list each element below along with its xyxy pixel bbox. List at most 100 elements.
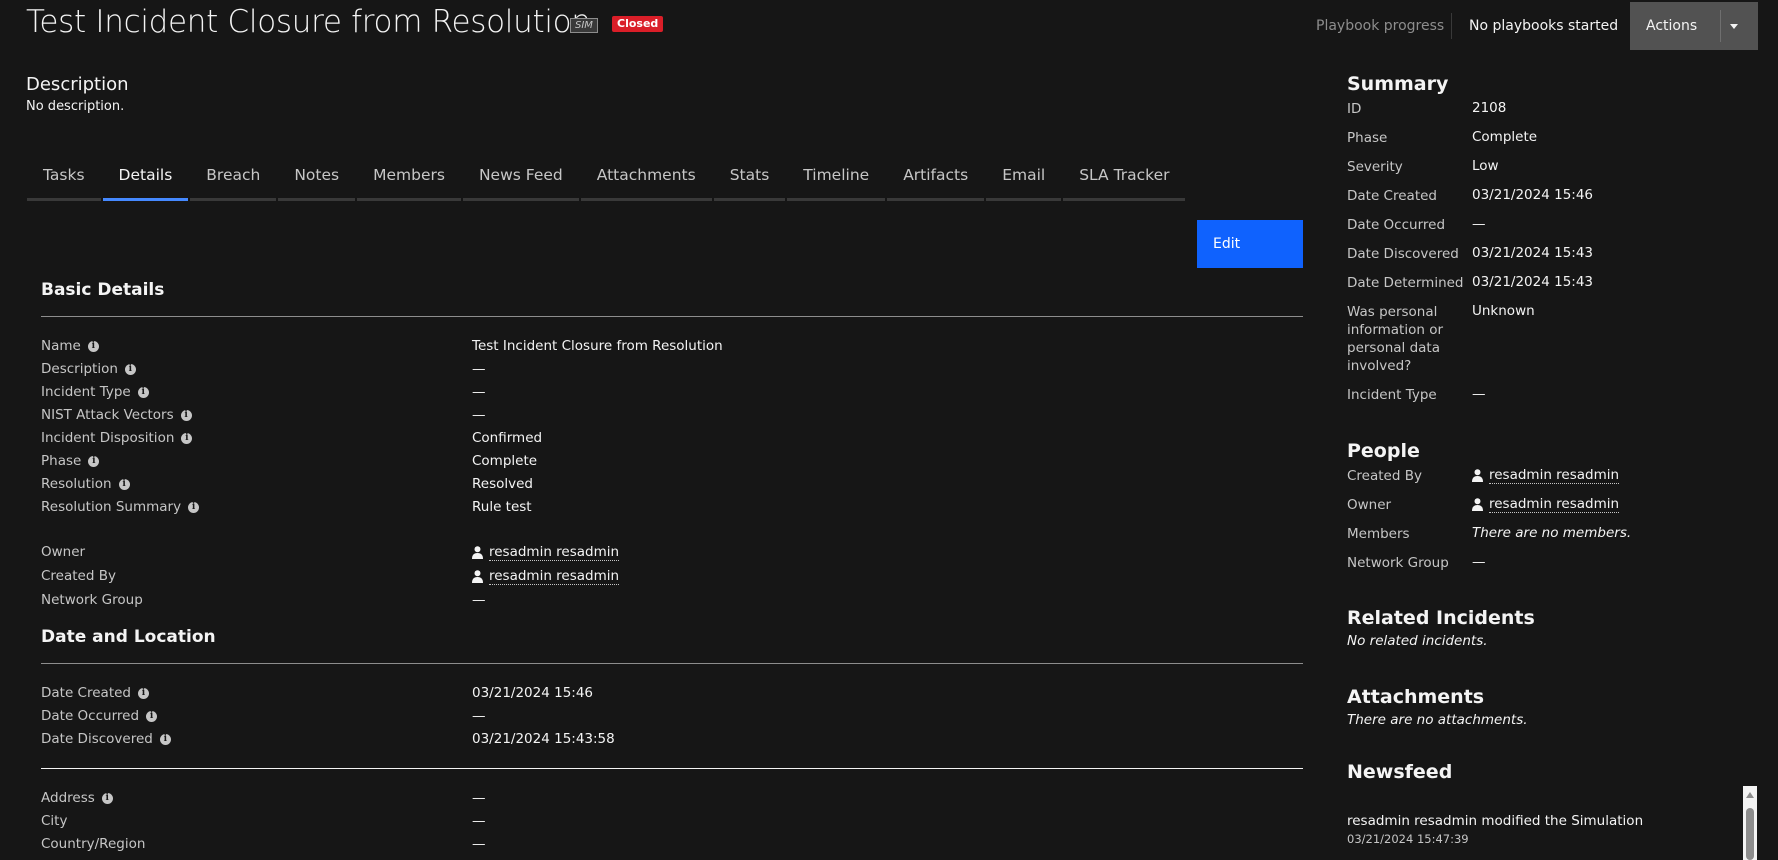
tab-notes[interactable]: Notes (278, 166, 356, 201)
divider (41, 663, 1303, 664)
tab-sla-tracker[interactable]: SLA Tracker (1063, 166, 1186, 201)
summary-value: Low (1472, 158, 1499, 174)
summary-heading: Summary (1347, 73, 1449, 95)
scroll-thumb[interactable] (1746, 808, 1754, 860)
people-heading: People (1347, 440, 1420, 462)
person-icon (1472, 469, 1483, 482)
field-value: — (472, 813, 486, 829)
newsfeed-item-text: resadmin resadmin modified the Simulatio… (1347, 813, 1644, 829)
tab-email[interactable]: Email (986, 166, 1062, 201)
person-icon (1472, 498, 1483, 511)
people-label: Owner (1347, 497, 1392, 513)
date-location-heading: Date and Location (41, 627, 216, 647)
owner-label: Owner (41, 544, 86, 560)
person-icon (472, 546, 483, 559)
field-value: Test Incident Closure from Resolution (472, 338, 723, 354)
network-group-label: Network Group (41, 592, 143, 608)
summary-label: Date Created (1347, 188, 1437, 204)
field-label: Phase i (41, 453, 100, 469)
description-heading: Description (26, 74, 129, 95)
status-badge: Closed (612, 16, 664, 32)
people-label: Members (1347, 526, 1410, 542)
info-icon[interactable]: i (124, 363, 136, 375)
field-label: Description i (41, 361, 136, 377)
field-label: Incident Disposition i (41, 430, 193, 446)
field-label: Address i (41, 790, 113, 806)
tab-breach[interactable]: Breach (190, 166, 277, 201)
divider (41, 316, 1303, 317)
field-label: Resolution Summary i (41, 499, 200, 515)
tab-timeline[interactable]: Timeline (787, 166, 886, 201)
tab-tasks[interactable]: Tasks (27, 166, 101, 201)
scroll-up-icon[interactable] (1746, 792, 1754, 798)
people-label: Created By (1347, 468, 1422, 484)
info-icon[interactable]: i (118, 478, 130, 490)
summary-label: Incident Type (1347, 387, 1437, 403)
related-incidents-heading: Related Incidents (1347, 607, 1535, 629)
field-label: NIST Attack Vectors i (41, 407, 192, 423)
field-value: — (472, 384, 486, 400)
actions-label: Actions (1646, 18, 1698, 34)
summary-label: Date Occurred (1347, 217, 1446, 233)
info-icon[interactable]: i (181, 432, 193, 444)
tab-members[interactable]: Members (357, 166, 461, 201)
field-label: Name i (41, 338, 99, 354)
summary-value: — (1472, 386, 1486, 402)
field-label: Resolution i (41, 476, 130, 492)
tab-stats[interactable]: Stats (713, 166, 786, 201)
summary-label: Date Discovered (1347, 246, 1459, 262)
created-by-link[interactable]: resadmin resadmin (472, 568, 620, 585)
attachments-heading: Attachments (1347, 686, 1485, 708)
edit-button[interactable]: Edit (1197, 220, 1303, 268)
playbook-status: No playbooks started (1469, 18, 1619, 34)
incident-title: Test Incident Closure from Resolution (26, 4, 591, 40)
network-group-value: — (1472, 554, 1486, 570)
people-label: Network Group (1347, 555, 1449, 571)
members-value: There are no members. (1472, 525, 1632, 541)
field-value: Rule test (472, 499, 532, 515)
tab-artifacts[interactable]: Artifacts (887, 166, 985, 201)
tab-news-feed[interactable]: News Feed (462, 166, 579, 201)
sim-badge: SIM (570, 18, 598, 33)
info-icon[interactable]: i (101, 792, 113, 804)
field-value: — (472, 836, 486, 852)
summary-value: 03/21/2024 15:46 (1472, 187, 1594, 203)
actions-button[interactable]: Actions (1630, 2, 1758, 50)
info-icon[interactable]: i (159, 733, 171, 745)
field-label: Country/Region (41, 836, 146, 852)
field-value: — (472, 790, 486, 806)
people-created-by-link[interactable]: resadmin resadmin (1472, 467, 1620, 484)
field-value: Confirmed (472, 430, 543, 446)
summary-value: Unknown (1472, 303, 1535, 319)
summary-label: Was personal information or personal dat… (1347, 304, 1444, 374)
summary-value: Complete (1472, 129, 1538, 145)
summary-label: Date Determined (1347, 275, 1464, 291)
tab-details[interactable]: Details (102, 166, 189, 201)
info-icon[interactable]: i (180, 409, 192, 421)
created-by-label: Created By (41, 568, 116, 584)
info-icon[interactable]: i (188, 501, 200, 513)
info-icon[interactable]: i (137, 386, 149, 398)
field-label: Incident Type i (41, 384, 149, 400)
summary-value: 03/21/2024 15:43 (1472, 274, 1594, 290)
info-icon[interactable]: i (87, 340, 99, 352)
summary-label: ID (1347, 101, 1362, 117)
info-icon[interactable]: i (88, 455, 100, 467)
description-value: No description. (26, 99, 125, 114)
info-icon[interactable]: i (146, 710, 158, 722)
info-icon[interactable]: i (138, 687, 149, 699)
field-value: Complete (472, 453, 538, 469)
tab-bar: Tasks Details Breach Notes Members News … (27, 166, 1187, 201)
field-label: Date Occurred i (41, 708, 158, 724)
playbook-progress-label: Playbook progress (1316, 18, 1445, 34)
related-incidents-value: No related incidents. (1347, 633, 1488, 649)
owner-link[interactable]: resadmin resadmin (472, 544, 620, 561)
tab-attachments[interactable]: Attachments (580, 166, 712, 201)
field-label: City (41, 813, 68, 829)
people-owner-link[interactable]: resadmin resadmin (1472, 496, 1620, 513)
attachments-value: There are no attachments. (1347, 712, 1528, 728)
actions-divider (1720, 10, 1721, 42)
field-label: Date Discovered i (41, 731, 171, 747)
newsfeed-item-time: 03/21/2024 15:47:39 (1347, 832, 1469, 846)
summary-value: 2108 (1472, 100, 1507, 116)
